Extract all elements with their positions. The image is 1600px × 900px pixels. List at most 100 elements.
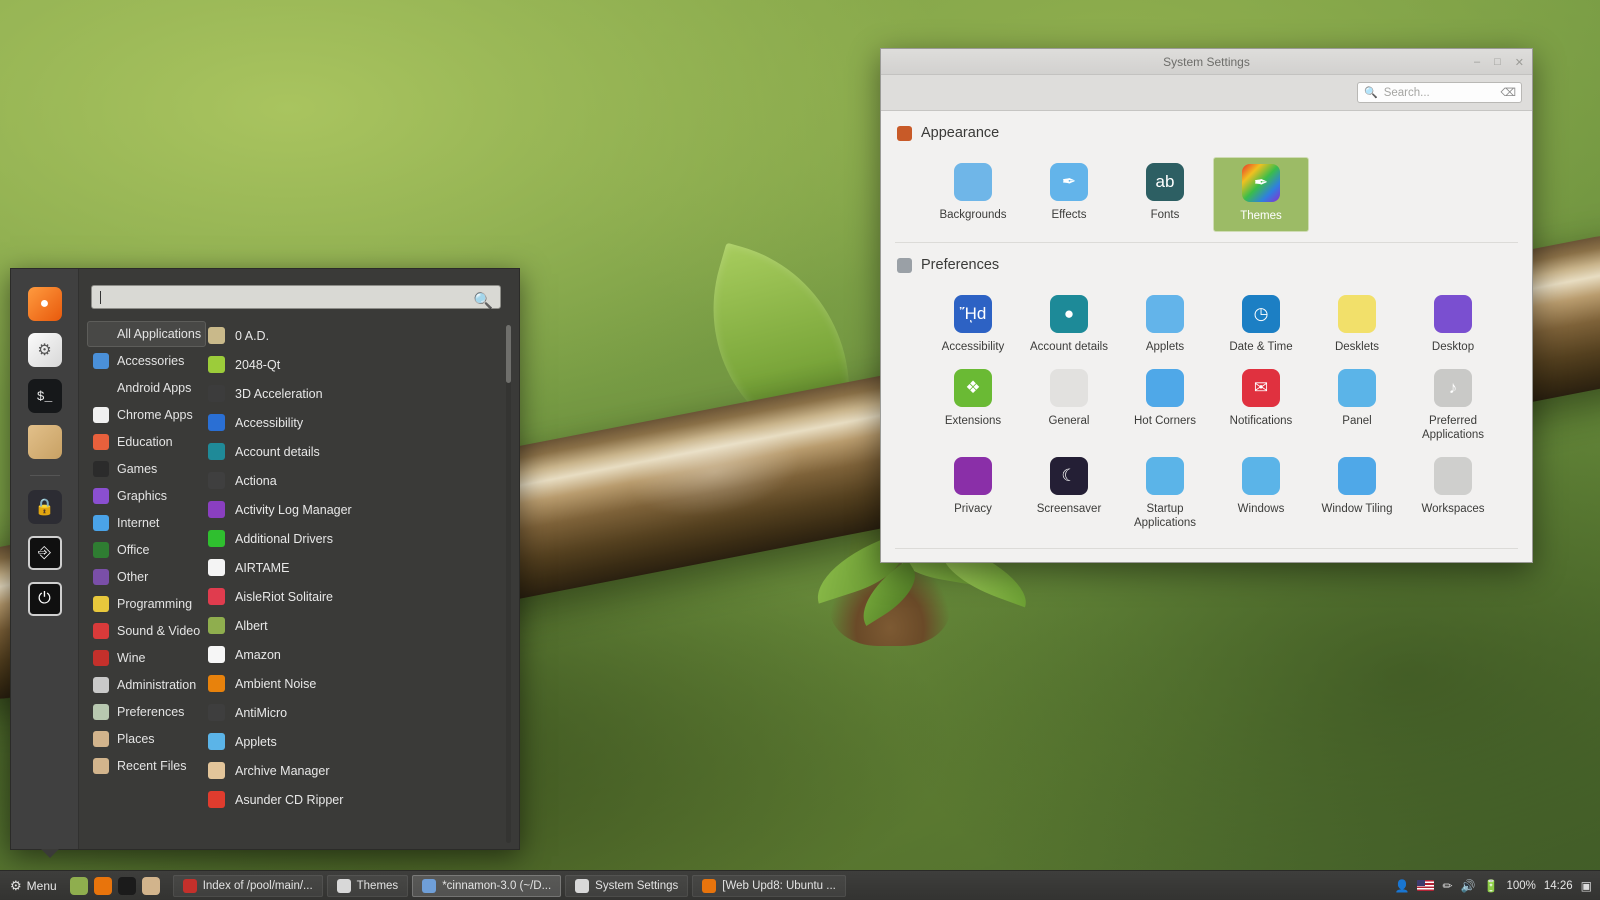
application-items[interactable]: 0 A.D. 2048-Qt 3D Acceleration Accessibilit…: [206, 321, 519, 814]
settings-item-backgrounds[interactable]: Backgrounds: [925, 157, 1021, 232]
settings-item-window-tiling[interactable]: Window Tiling: [1309, 451, 1405, 539]
window-controls[interactable]: – □ ✕: [1474, 49, 1524, 75]
menu-category-chrome-apps[interactable]: Chrome Apps: [87, 402, 206, 428]
menu-app-item[interactable]: Amazon: [206, 640, 519, 669]
clear-icon[interactable]: ⌫: [1500, 86, 1516, 99]
settings-item-extensions[interactable]: ❖ Extensions: [925, 363, 1021, 451]
system-settings-window[interactable]: System Settings – □ ✕ 🔍 Search... ⌫ Appe…: [880, 48, 1533, 563]
menu-category-internet[interactable]: Internet: [87, 510, 206, 536]
settings-item-fonts[interactable]: ab Fonts: [1117, 157, 1213, 232]
menu-app-item[interactable]: Activity Log Manager: [206, 495, 519, 524]
volume-icon[interactable]: 🔊: [1461, 879, 1476, 893]
battery-icon[interactable]: 🔋: [1484, 879, 1499, 893]
menu-app-item[interactable]: 0 A.D.: [206, 321, 519, 350]
taskbar-window-button[interactable]: Themes: [326, 874, 409, 897]
settings-item-desktop[interactable]: Desktop: [1405, 289, 1501, 362]
settings-item-effects[interactable]: ✒ Effects: [1021, 157, 1117, 232]
menu-favorites-sidebar[interactable]: ● ⚙ $_ 🔒 ⎆ ⏻: [11, 269, 79, 849]
settings-item-privacy[interactable]: Privacy: [925, 451, 1021, 539]
menu-app-item[interactable]: AntiMicro: [206, 698, 519, 727]
files-icon[interactable]: [27, 425, 62, 459]
close-button[interactable]: ✕: [1515, 56, 1524, 69]
pencil-icon[interactable]: ✏: [1442, 879, 1452, 893]
menu-app-item[interactable]: AisleRiot Solitaire: [206, 582, 519, 611]
menu-category-list[interactable]: All Applications Accessories Android Apps C…: [79, 319, 206, 849]
menu-category-wine[interactable]: Wine: [87, 645, 206, 671]
menu-category-sound-video[interactable]: Sound & Video: [87, 618, 206, 644]
settings-item-accessibility[interactable]: ᾜd Accessibility: [925, 289, 1021, 362]
taskbar-window-button[interactable]: *cinnamon-3.0 (~/D...: [412, 874, 562, 897]
menu-category-graphics[interactable]: Graphics: [87, 483, 206, 509]
menu-category-education[interactable]: Education: [87, 429, 206, 455]
menu-category-administration[interactable]: Administration: [87, 672, 206, 698]
settings-content-area[interactable]: Appearance Backgrounds ✒ Effects ab Fonts ✒ The…: [881, 111, 1532, 562]
menu-search-input[interactable]: 🔍: [91, 285, 501, 310]
menu-category-office[interactable]: Office: [87, 537, 206, 563]
window-titlebar[interactable]: System Settings – □ ✕: [881, 49, 1532, 75]
firefox-launcher-icon[interactable]: [93, 876, 112, 895]
menu-app-item[interactable]: 3D Acceleration: [206, 379, 519, 408]
taskbar-window-button[interactable]: System Settings: [565, 874, 689, 897]
settings-item-desklets[interactable]: Desklets: [1309, 289, 1405, 362]
menu-category-all-applications[interactable]: All Applications: [87, 321, 206, 347]
settings-search-input[interactable]: 🔍 Search... ⌫: [1357, 82, 1522, 103]
settings-item-hot-corners[interactable]: Hot Corners: [1117, 363, 1213, 451]
taskbar-window-button[interactable]: [Web Upd8: Ubuntu ...: [692, 874, 846, 897]
logout-icon[interactable]: ⎆: [27, 536, 62, 570]
us-flag-icon[interactable]: [1417, 880, 1435, 891]
menu-application-list[interactable]: 0 A.D. 2048-Qt 3D Acceleration Accessibilit…: [206, 319, 519, 849]
menu-app-item[interactable]: Account details: [206, 437, 519, 466]
settings-item-notifications[interactable]: ✉ Notifications: [1213, 363, 1309, 451]
settings-item-startup-applications[interactable]: Startup Applications: [1117, 451, 1213, 539]
show-desktop-launcher-icon[interactable]: [69, 876, 88, 895]
settings-item-screensaver[interactable]: ☾ Screensaver: [1021, 451, 1117, 539]
menu-scrollbar[interactable]: [506, 325, 511, 843]
settings-item-date-time[interactable]: ◷ Date & Time: [1213, 289, 1309, 362]
menu-category-accessories[interactable]: Accessories: [87, 348, 206, 374]
menu-app-item[interactable]: Archive Manager: [206, 756, 519, 785]
settings-item-preferred-applications[interactable]: ♪ Preferred Applications: [1405, 363, 1501, 451]
menu-category-programming[interactable]: Programming: [87, 591, 206, 617]
menu-app-item[interactable]: Additional Drivers: [206, 524, 519, 553]
settings-item-windows[interactable]: Windows: [1213, 451, 1309, 539]
system-tray[interactable]: 👤 ✏ 🔊 🔋 100% 14:26 ▣: [1395, 879, 1600, 893]
settings-item-themes[interactable]: ✒ Themes: [1213, 157, 1309, 233]
menu-scrollbar-thumb[interactable]: [506, 325, 511, 383]
menu-category-places[interactable]: Places: [87, 726, 206, 752]
menu-app-item[interactable]: Accessibility: [206, 408, 519, 437]
settings-item-workspaces[interactable]: Workspaces: [1405, 451, 1501, 539]
user-icon[interactable]: 👤: [1395, 879, 1410, 893]
terminal-icon[interactable]: $_: [27, 379, 62, 413]
lock-icon[interactable]: 🔒: [27, 490, 62, 524]
menu-category-other[interactable]: Other: [87, 564, 206, 590]
panel-launchers[interactable]: [67, 876, 163, 895]
menu-app-item[interactable]: 2048-Qt: [206, 350, 519, 379]
clock[interactable]: 14:26: [1544, 880, 1573, 892]
application-menu-popup[interactable]: ● ⚙ $_ 🔒 ⎆ ⏻ 🔍 All Applications Accessori…: [10, 268, 520, 858]
settings-item-applets[interactable]: Applets: [1117, 289, 1213, 362]
taskbar-panel[interactable]: ⚙ Menu Index of /pool/main/... Themes *cin…: [0, 870, 1600, 900]
maximize-button[interactable]: □: [1494, 56, 1501, 68]
settings-item-general[interactable]: General: [1021, 363, 1117, 451]
window-list[interactable]: Index of /pool/main/... Themes *cinnamon-3…: [172, 874, 1395, 897]
terminal-launcher-icon[interactable]: [117, 876, 136, 895]
menu-category-games[interactable]: Games: [87, 456, 206, 482]
menu-app-item[interactable]: Asunder CD Ripper: [206, 785, 519, 814]
menu-app-item[interactable]: Actiona: [206, 466, 519, 495]
firefox-icon[interactable]: ●: [27, 287, 62, 321]
minimize-button[interactable]: –: [1474, 56, 1480, 68]
power-icon[interactable]: ⏻: [27, 582, 62, 616]
files-launcher-icon[interactable]: [141, 876, 160, 895]
taskbar-window-button[interactable]: Index of /pool/main/...: [172, 874, 323, 897]
menu-category-preferences[interactable]: Preferences: [87, 699, 206, 725]
menu-app-item[interactable]: Ambient Noise: [206, 669, 519, 698]
menu-category-recent-files[interactable]: Recent Files: [87, 753, 206, 779]
menu-app-item[interactable]: Albert: [206, 611, 519, 640]
settings-icon[interactable]: ⚙: [27, 333, 62, 367]
settings-item-account-details[interactable]: ● Account details: [1021, 289, 1117, 362]
workspace-switcher-icon[interactable]: ▣: [1581, 879, 1592, 893]
settings-item-panel[interactable]: Panel: [1309, 363, 1405, 451]
menu-button[interactable]: ⚙ Menu: [0, 871, 67, 900]
menu-app-item[interactable]: Applets: [206, 727, 519, 756]
menu-category-android-apps[interactable]: Android Apps: [87, 375, 206, 401]
